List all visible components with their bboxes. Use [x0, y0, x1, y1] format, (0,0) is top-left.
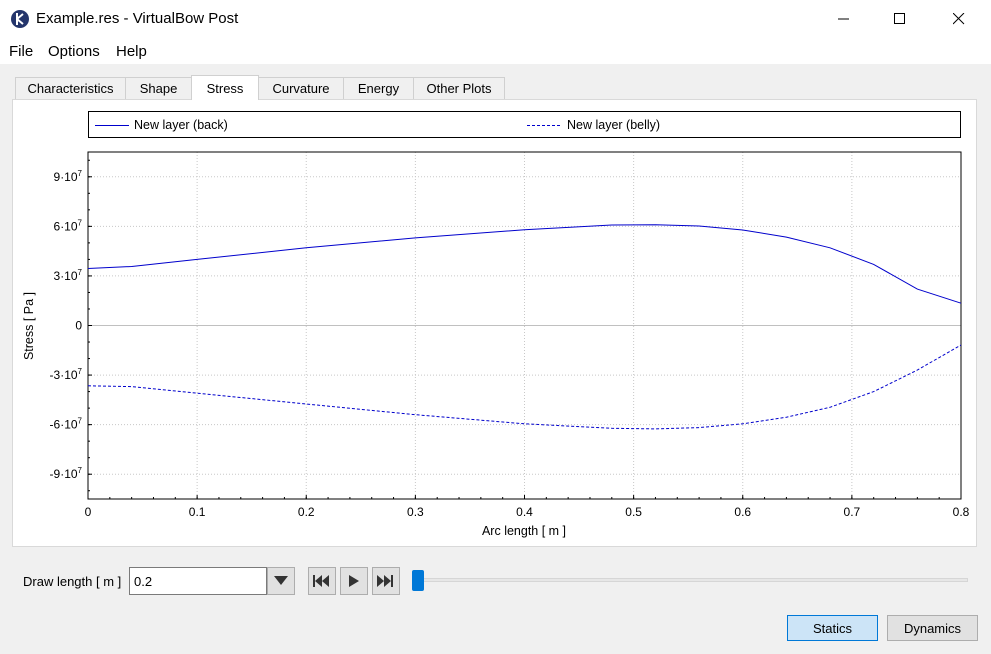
y-tick-label: 0 — [75, 319, 82, 333]
y-tick-label: -6·107 — [50, 417, 83, 432]
x-tick-label: 0 — [85, 505, 92, 519]
statics-button[interactable]: Statics — [787, 615, 878, 641]
draw-length-dropdown-button[interactable] — [267, 567, 295, 595]
tab-stress[interactable]: Stress — [191, 75, 259, 100]
chart-tick-labels: 0 0.1 0.2 0.3 0.4 0.5 0.6 0.7 0.8 9·107 6·107 3·107… — [50, 169, 970, 519]
chart-grid — [88, 152, 961, 499]
x-tick-label: 0.1 — [189, 505, 206, 519]
play-button[interactable] — [340, 567, 368, 595]
x-tick-label: 0.4 — [516, 505, 533, 519]
play-icon — [349, 575, 359, 587]
draw-length-input[interactable] — [129, 567, 267, 595]
dynamics-button[interactable]: Dynamics — [887, 615, 978, 641]
x-tick-label: 0.7 — [844, 505, 861, 519]
draw-length-slider-track[interactable] — [412, 578, 968, 582]
x-tick-label: 0.8 — [953, 505, 970, 519]
y-axis-label: Stress [ Pa ] — [22, 292, 36, 360]
x-axis-label: Arc length [ m ] — [482, 524, 566, 538]
draw-length-label: Draw length [ m ] — [23, 574, 122, 589]
y-tick-label: 3·107 — [54, 268, 83, 283]
y-tick-label: -3·107 — [50, 367, 83, 382]
skip-end-button[interactable] — [372, 567, 400, 595]
x-tick-label: 0.6 — [734, 505, 751, 519]
dropdown-arrow-icon — [274, 576, 288, 585]
x-tick-label: 0.2 — [298, 505, 315, 519]
skip-start-button[interactable] — [308, 567, 336, 595]
y-tick-label: 6·107 — [54, 218, 83, 233]
skip-start-icon — [313, 575, 329, 587]
y-tick-label: 9·107 — [54, 169, 83, 184]
stress-chart: 0 0.1 0.2 0.3 0.4 0.5 0.6 0.7 0.8 9·107 6·107 3·107… — [22, 151, 970, 538]
draw-length-slider-thumb[interactable] — [412, 570, 424, 591]
skip-end-icon — [377, 575, 393, 587]
x-tick-label: 0.3 — [407, 505, 424, 519]
x-tick-label: 0.5 — [625, 505, 642, 519]
y-tick-label: -9·107 — [50, 466, 83, 481]
